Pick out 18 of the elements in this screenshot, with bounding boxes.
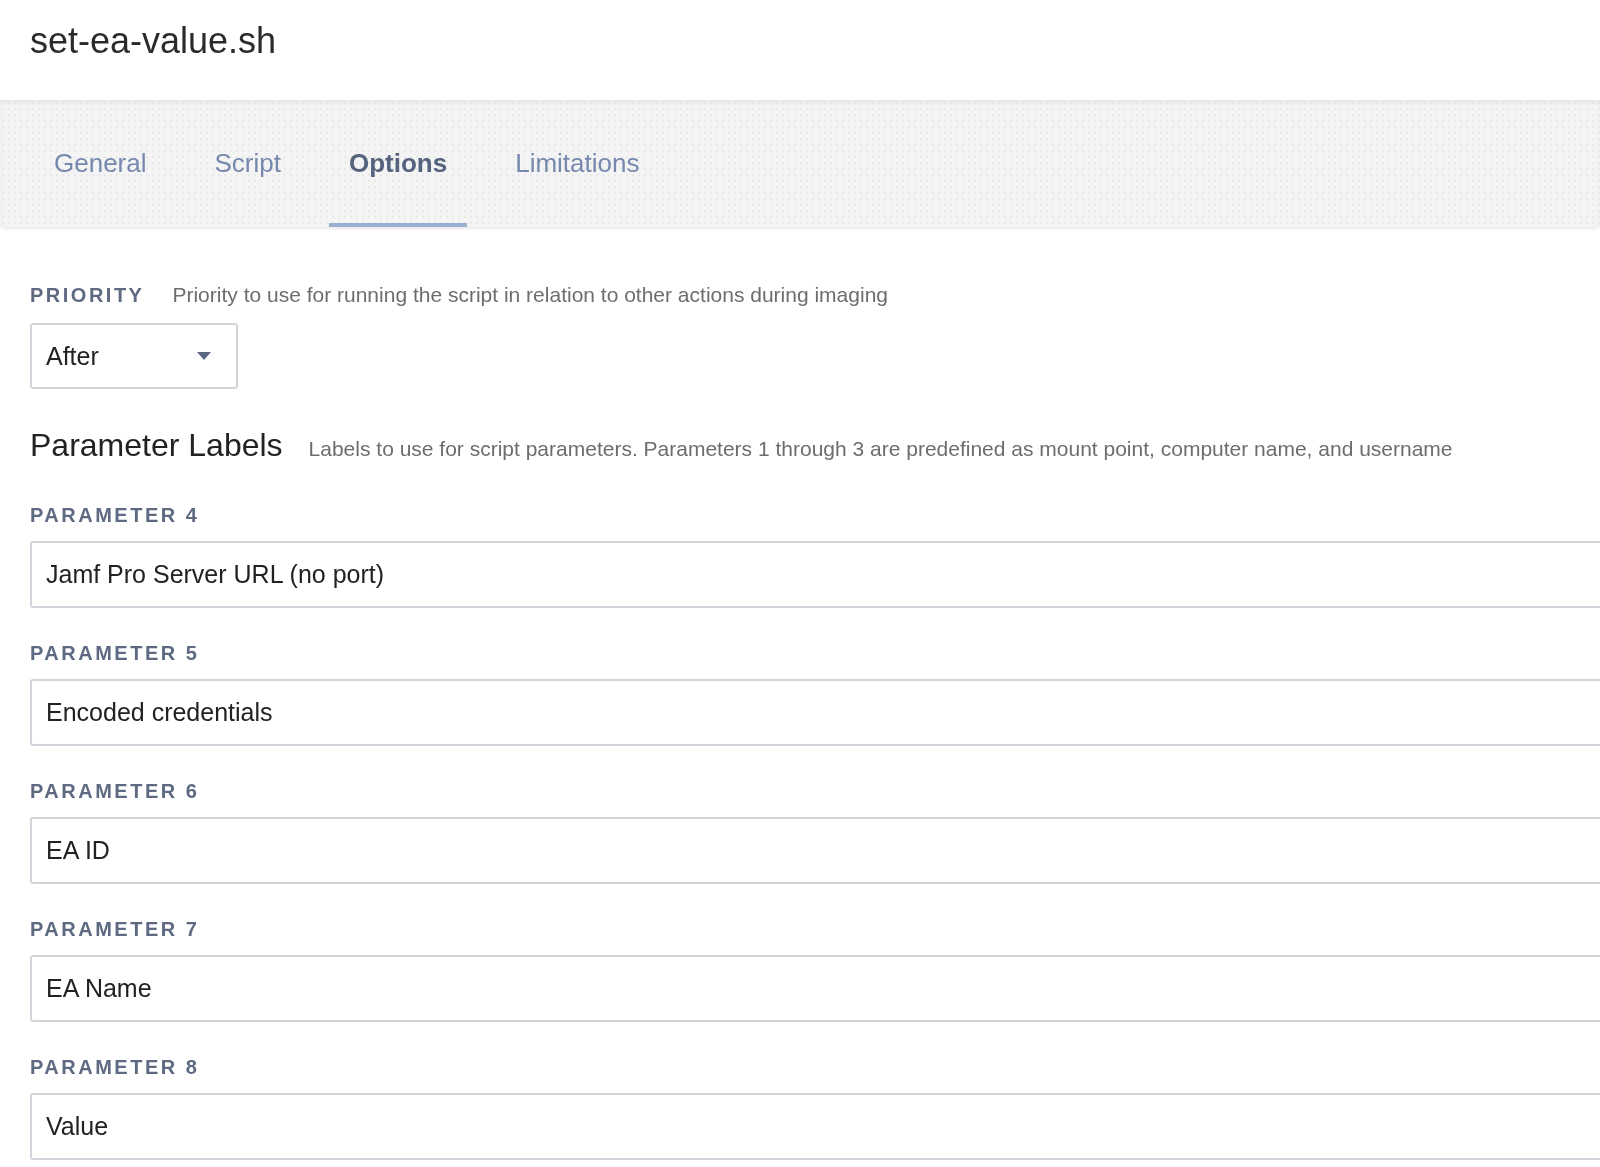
priority-select[interactable]: After: [30, 323, 238, 389]
tab[interactable]: Options: [328, 100, 468, 227]
field-label: PRIORITY: [30, 284, 145, 307]
input-field[interactable]: EA Name: [30, 955, 1600, 1022]
input-field[interactable]: EA ID: [30, 817, 1600, 884]
field-label: PARAMETER 4: [30, 504, 201, 527]
input-field[interactable]: Jamf Pro Server URL (no port): [30, 541, 1600, 608]
field-label: PARAMETER 8: [30, 1056, 201, 1079]
field-label: PARAMETER 7: [30, 918, 201, 941]
field-label: PARAMETER 6: [30, 780, 201, 803]
caret-icon: [196, 351, 212, 361]
section-heading: Parameter Labels: [30, 427, 283, 464]
section-description: Labels to use for script parameters. Parameters 1 through 3 are predefined as mount point, computer name, and username: [308, 437, 1453, 461]
page-title: set-ea-value.sh: [30, 20, 277, 62]
input-field[interactable]: Encoded credentials: [30, 679, 1600, 746]
field-description: Priority to use for running the script in relation to other actions during imaging: [172, 283, 888, 307]
field-label: PARAMETER 5: [30, 642, 201, 665]
input-field[interactable]: Value: [30, 1093, 1600, 1160]
